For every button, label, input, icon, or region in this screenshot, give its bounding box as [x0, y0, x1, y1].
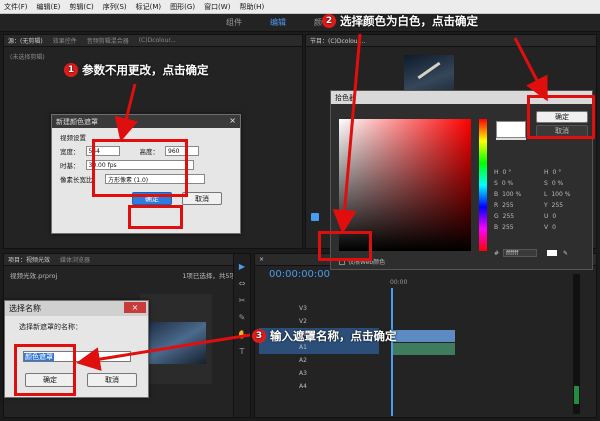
callout-2-number: 2: [322, 14, 336, 28]
arrow-3: [76, 333, 251, 371]
callout-3-number: 3: [252, 329, 266, 343]
callout-2-text: 选择颜色为白色，点击确定: [340, 14, 478, 28]
arrow-1: [114, 83, 139, 142]
callout-1-number: 1: [64, 63, 78, 77]
callout-3: 3 输入遮罩名称，点击确定: [252, 328, 397, 344]
callout-2: 2 选择颜色为白色，点击确定: [322, 13, 478, 29]
arrow-2a: [513, 37, 548, 102]
arrow-2b: [332, 33, 362, 234]
callout-1-text: 参数不用更改，点击确定: [82, 63, 209, 77]
callout-1: 1 参数不用更改，点击确定: [64, 62, 209, 78]
callout-3-text: 输入遮罩名称，点击确定: [270, 329, 397, 343]
